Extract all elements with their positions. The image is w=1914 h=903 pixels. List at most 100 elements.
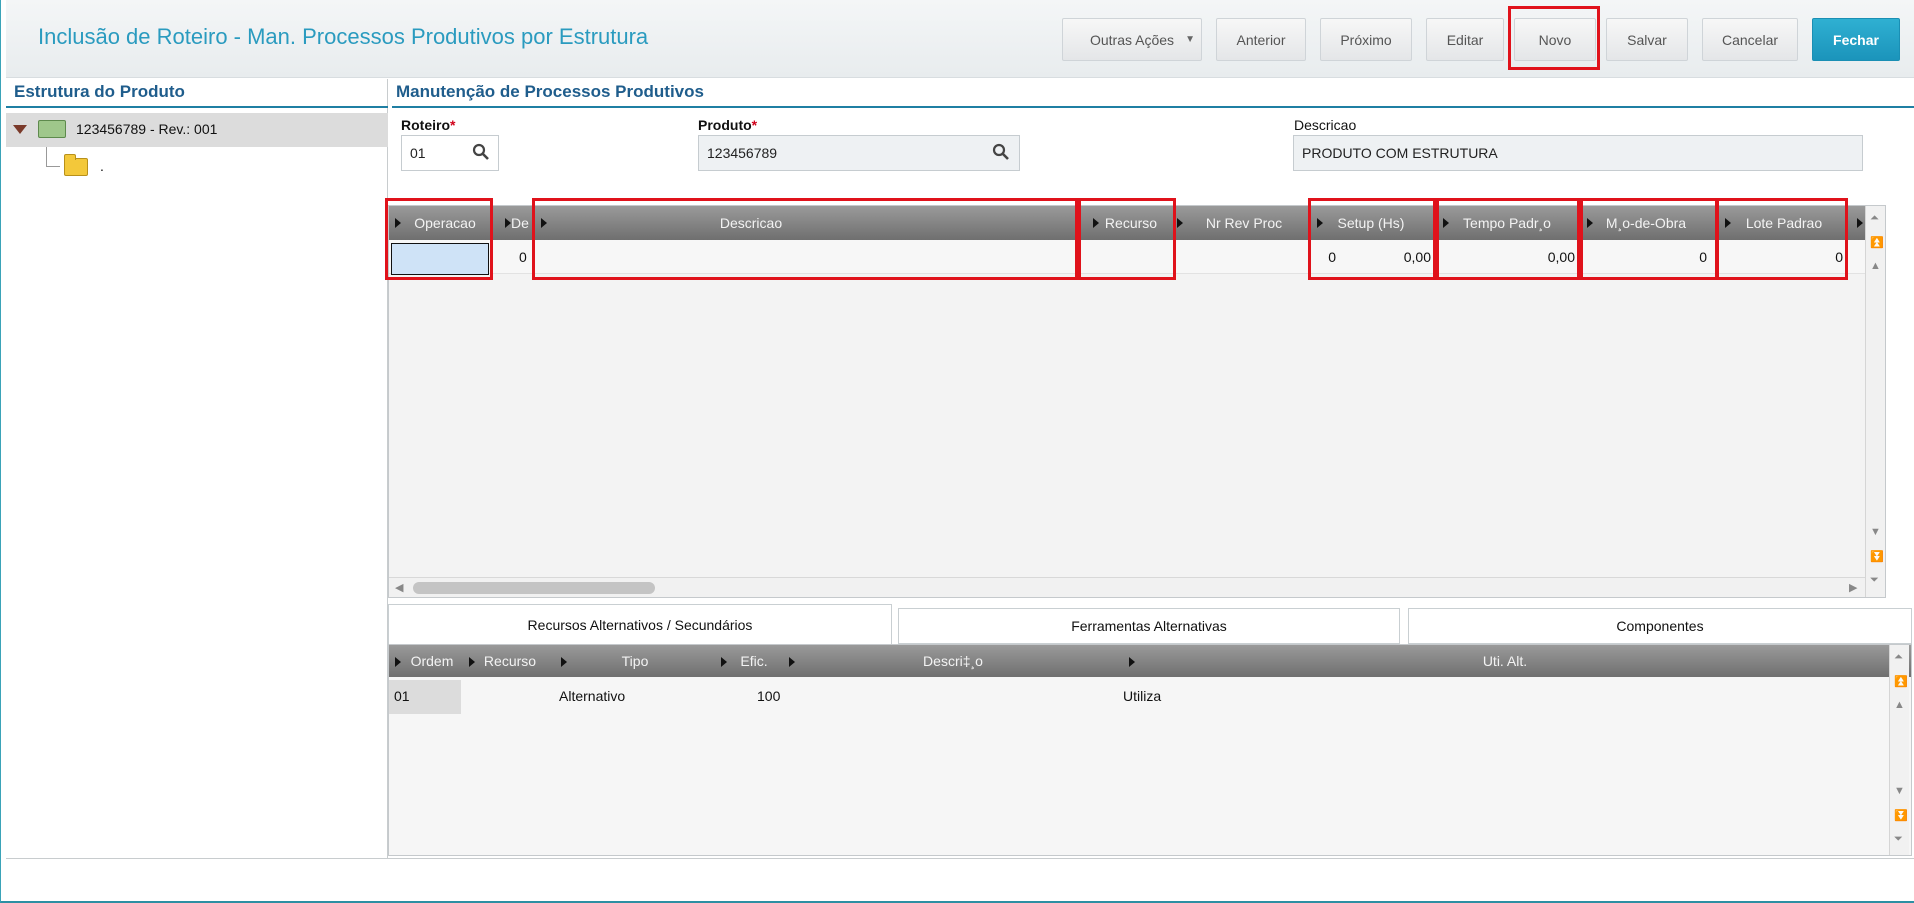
cell-des[interactable]: 0 [519, 249, 527, 265]
sub-vertical-scrollbar[interactable]: ⏶ ⏫ ▲ ▼ ⏬ ⏷ [1889, 645, 1909, 855]
scroll-top-icon[interactable]: ⏶ [1870, 212, 1879, 225]
sort-arrow-icon [1317, 218, 1323, 228]
col-recurso[interactable]: Recurso [463, 645, 543, 677]
cancelar-button[interactable]: Cancelar [1702, 18, 1798, 61]
sort-arrow-icon [541, 218, 547, 228]
cell-setup[interactable]: 0,00 [1349, 249, 1431, 265]
tab-ferramentas-alternativas[interactable]: Ferramentas Alternativas [898, 608, 1400, 644]
footer-divider [6, 858, 1914, 859]
cell-tipo[interactable]: Alternativo [559, 688, 625, 704]
sort-arrow-icon [1177, 218, 1183, 228]
col-efic[interactable]: Efic. [715, 645, 779, 677]
col-operacao[interactable]: Operacao [389, 206, 487, 240]
fechar-button[interactable]: Fechar [1812, 18, 1900, 61]
sort-arrow-icon [1587, 218, 1593, 228]
open-folder-icon [38, 120, 66, 138]
vertical-scrollbar[interactable]: ⏶ ⏫ ▲ ▼ ⏬ ⏷ [1865, 206, 1885, 597]
estrutura-title: Estrutura do Produto [14, 82, 185, 101]
tree-connector [46, 147, 60, 167]
tree-root-label: 123456789 - Rev.: 001 [76, 121, 218, 137]
produto-value: 123456789 [707, 145, 778, 161]
col-tipo[interactable]: Tipo [555, 645, 715, 677]
col-ordem[interactable]: Ordem [389, 645, 461, 677]
scroll-up-icon[interactable]: ▲ [1894, 699, 1905, 711]
col-descricao[interactable]: Descricao [535, 206, 967, 240]
scroll-page-down-icon[interactable]: ⏬ [1870, 550, 1884, 563]
cell-tempo-padrao[interactable]: 0,00 [1477, 249, 1575, 265]
produto-label: Produto* [698, 117, 758, 133]
cell-mao-de-obra[interactable]: 0 [1621, 249, 1707, 265]
novo-button[interactable]: Novo [1514, 18, 1596, 61]
sort-arrow-icon [1129, 657, 1135, 667]
folder-icon [64, 154, 88, 176]
selected-cell[interactable] [391, 243, 489, 275]
editar-button[interactable]: Editar [1426, 18, 1504, 61]
col-nr-rev-proc[interactable]: Nr Rev Proc [1171, 206, 1297, 240]
sort-arrow-icon [1443, 218, 1449, 228]
sub-grid-header: Ordem Recurso Tipo Efic. Descri‡¸o Uti. … [389, 645, 1911, 677]
descricao-label: Descricao [1294, 117, 1357, 133]
outras-acoes-label: Outras Ações [1089, 31, 1175, 48]
scroll-top-icon[interactable]: ⏶ [1894, 651, 1903, 664]
dropdown-arrow-icon: ▼ [1185, 34, 1195, 45]
sort-arrow-icon [1857, 218, 1863, 228]
scroll-left-icon[interactable]: ◀ [395, 581, 403, 594]
page-title: Inclusão de Roteiro - Man. Processos Pro… [38, 24, 649, 49]
tab-componentes[interactable]: Componentes [1408, 608, 1912, 644]
scroll-bottom-icon[interactable]: ⏷ [1894, 833, 1903, 846]
estrutura-divider [6, 106, 388, 108]
roteiro-value: 01 [410, 145, 426, 161]
col-setup[interactable]: Setup (Hs) [1311, 206, 1431, 240]
col-mao-de-obra[interactable]: M¸o-de-Obra [1581, 206, 1711, 240]
anterior-button[interactable]: Anterior [1216, 18, 1306, 61]
manutencao-title: Manutenção de Processos Produtivos [396, 82, 704, 101]
scroll-down-icon[interactable]: ▼ [1894, 785, 1905, 797]
sort-arrow-icon [395, 218, 401, 228]
col-descricao[interactable]: Descri‡¸o [783, 645, 1123, 677]
collapse-arrow-icon[interactable] [13, 125, 27, 134]
sort-arrow-icon [395, 657, 401, 667]
operations-grid: Operacao Des Descricao Recurso Nr Rev Pr… [388, 205, 1886, 598]
roteiro-label: Roteiro* [401, 117, 456, 133]
recursos-grid: Ordem Recurso Tipo Efic. Descri‡¸o Uti. … [388, 644, 1912, 856]
col-uti-alt[interactable]: Uti. Alt. [1123, 645, 1887, 677]
sort-arrow-icon [1093, 218, 1099, 228]
scroll-down-icon[interactable]: ▼ [1870, 526, 1881, 538]
scroll-page-down-icon[interactable]: ⏬ [1894, 809, 1908, 822]
produto-input[interactable]: 123456789 [698, 135, 1020, 171]
scroll-up-icon[interactable]: ▲ [1870, 260, 1881, 272]
left-panel [6, 79, 388, 859]
col-recurso[interactable]: Recurso [1087, 206, 1161, 240]
cell-uti-alt[interactable]: Utiliza [1123, 688, 1161, 704]
salvar-button[interactable]: Salvar [1606, 18, 1688, 61]
tab-recursos-alternativos[interactable]: Recursos Alternativos / Secundários [388, 604, 892, 644]
sort-arrow-icon [561, 657, 567, 667]
scroll-right-icon[interactable]: ▶ [1849, 581, 1857, 594]
cell-nr-rev-proc[interactable]: 0 [1296, 249, 1336, 265]
sort-arrow-icon [789, 657, 795, 667]
sort-arrow-icon [1725, 218, 1731, 228]
scroll-thumb[interactable] [413, 582, 655, 594]
manutencao-divider [392, 106, 1914, 108]
tree-child-label[interactable]: . [100, 158, 104, 174]
sort-arrow-icon [469, 657, 475, 667]
scroll-page-up-icon[interactable]: ⏫ [1870, 236, 1884, 249]
cell-ordem[interactable]: 01 [394, 688, 410, 704]
col-des[interactable]: Des [499, 206, 529, 240]
sort-arrow-icon [721, 657, 727, 667]
descricao-value: PRODUTO COM ESTRUTURA [1302, 145, 1498, 161]
proximo-button[interactable]: Próximo [1320, 18, 1412, 61]
descricao-input[interactable]: PRODUTO COM ESTRUTURA [1293, 135, 1863, 171]
outras-acoes-button[interactable]: Outras Ações ▼ [1062, 18, 1202, 61]
horizontal-scrollbar[interactable]: ◀ ▶ [389, 577, 1865, 597]
cell-efic[interactable]: 100 [757, 688, 780, 704]
cell-lote-padrao[interactable]: 0 [1789, 249, 1843, 265]
col-tempo-padrao[interactable]: Tempo Padr¸o [1437, 206, 1577, 240]
scroll-bottom-icon[interactable]: ⏷ [1870, 574, 1879, 587]
search-icon[interactable] [472, 143, 490, 161]
col-lote-padrao[interactable]: Lote Padrao [1719, 206, 1849, 240]
grid-header: Operacao Des Descricao Recurso Nr Rev Pr… [389, 206, 1885, 240]
scroll-page-up-icon[interactable]: ⏫ [1894, 675, 1908, 688]
search-icon[interactable] [992, 143, 1010, 161]
sort-arrow-icon [505, 218, 511, 228]
